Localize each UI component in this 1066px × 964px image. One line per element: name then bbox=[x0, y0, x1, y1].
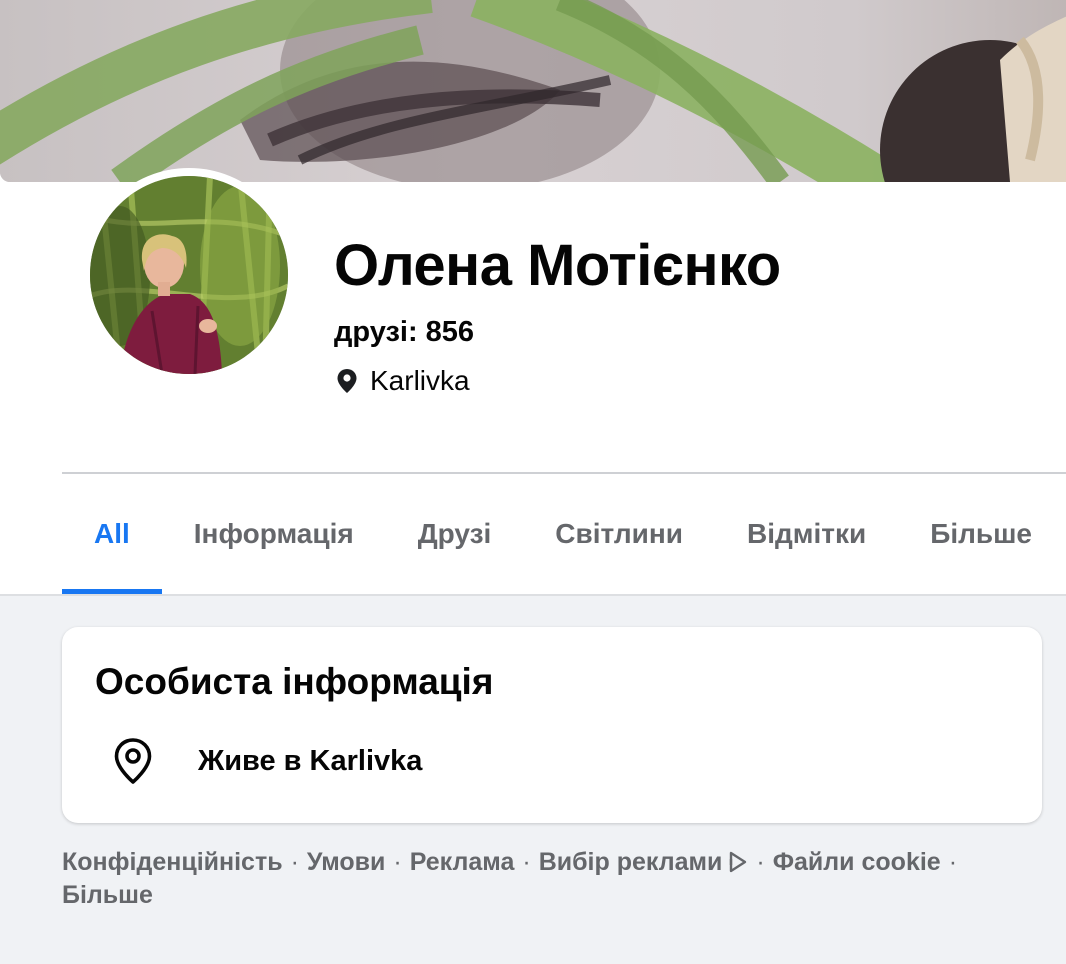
tab-friends[interactable]: Друзі bbox=[386, 474, 524, 595]
avatar[interactable] bbox=[90, 176, 288, 374]
profile-header: Олена Мотієнко друзі: 856 Karlivka All І… bbox=[0, 0, 1066, 595]
tab-all[interactable]: All bbox=[62, 474, 162, 595]
personal-info-card: Особиста інформація Живе в Karlivka bbox=[62, 627, 1042, 823]
footer-separator: · bbox=[756, 848, 765, 876]
location-pin-icon bbox=[114, 738, 152, 784]
location-pin-icon bbox=[337, 369, 357, 393]
card-title: Особиста інформація bbox=[95, 661, 494, 702]
footer-link-more[interactable]: Більше bbox=[62, 881, 153, 909]
header-bottom-border bbox=[0, 594, 1066, 596]
ad-choices-label: Вибір реклами bbox=[538, 848, 723, 876]
footer-link-cookies[interactable]: Файли cookie bbox=[773, 848, 941, 876]
profile-photo bbox=[90, 176, 288, 374]
profile-name: Олена Мотієнко bbox=[334, 233, 781, 298]
profile-location: Karlivka bbox=[334, 364, 470, 398]
footer-link-ad-choices[interactable]: Вибір реклами bbox=[539, 848, 749, 876]
tab-tags[interactable]: Відмітки bbox=[715, 474, 898, 595]
footer-separator: · bbox=[290, 848, 299, 876]
lives-in-row: Живе в Karlivka bbox=[112, 733, 422, 789]
cover-photo[interactable] bbox=[0, 0, 1066, 182]
tab-more[interactable]: Більше bbox=[898, 474, 1064, 595]
ad-choices-icon bbox=[730, 851, 747, 873]
location-text: Karlivka bbox=[370, 365, 470, 396]
profile-tabs: All Інформація Друзі Світлини Відмітки Б… bbox=[62, 474, 1066, 595]
friends-count-link[interactable]: друзі: 856 bbox=[334, 316, 474, 349]
tab-photos[interactable]: Світлини bbox=[523, 474, 715, 595]
page-footer: Конфіденційність · Умови · Реклама · Вибір рек… bbox=[62, 846, 1022, 912]
footer-link-advertising[interactable]: Реклама bbox=[410, 848, 515, 876]
footer-link-terms[interactable]: Умови bbox=[307, 848, 385, 876]
cover-image bbox=[0, 0, 1066, 182]
footer-separator: · bbox=[522, 848, 531, 876]
lives-in-text: Живе в Karlivka bbox=[198, 744, 423, 777]
footer-link-privacy[interactable]: Конфіденційність bbox=[62, 848, 283, 876]
footer-separator: · bbox=[393, 848, 402, 876]
tab-information[interactable]: Інформація bbox=[162, 474, 386, 595]
footer-separator: · bbox=[948, 848, 958, 876]
